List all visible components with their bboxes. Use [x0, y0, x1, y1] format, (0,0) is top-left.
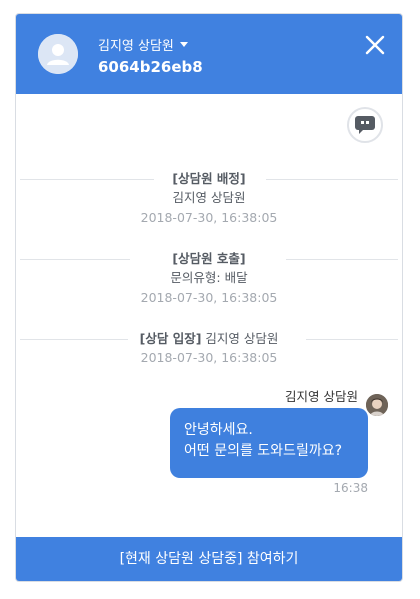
- session-id: 6064b26eb8: [98, 58, 203, 76]
- system-message: [상담원 배정] 김지영 상담원 2018-07-30, 16:38:05: [20, 170, 398, 228]
- message-sender-name: 김지영 상담원: [285, 389, 358, 404]
- system-message: [상담원 호출] 문의유형: 배달 2018-07-30, 16:38:05: [20, 250, 398, 308]
- system-message-time: 2018-07-30, 16:38:05: [140, 350, 278, 365]
- close-icon[interactable]: [364, 34, 386, 56]
- system-message-title-suffix: 김지영 상담원: [201, 331, 279, 346]
- system-message-title: [상담원 호출]: [172, 251, 246, 266]
- message-line: 안녕하세요.: [184, 422, 253, 438]
- message-line: 어떤 문의를 도와드릴까요?: [184, 443, 343, 459]
- join-chat-button[interactable]: [현재 상담원 상담중] 참여하기: [16, 537, 402, 581]
- system-message-time: 2018-07-30, 16:38:05: [140, 290, 278, 305]
- agent-selector[interactable]: 김지영 상담원: [98, 35, 188, 54]
- message-time: 16:38: [333, 481, 368, 495]
- system-message-title: [상담원 배정]: [172, 171, 246, 186]
- system-message-text: 문의유형: 배달: [170, 270, 248, 285]
- system-message-text: 김지영 상담원: [172, 190, 246, 205]
- user-avatar-icon: [38, 34, 78, 74]
- agent-name: 김지영 상담원: [98, 38, 174, 54]
- chat-panel: 김지영 상담원 6064b26eb8 [상담원 배정] 김지영 상담원 2018…: [15, 13, 403, 582]
- chat-header: 김지영 상담원 6064b26eb8: [16, 14, 402, 94]
- system-message-time: 2018-07-30, 16:38:05: [140, 210, 278, 225]
- message-bubble: 안녕하세요. 어떤 문의를 도와드릴까요?: [170, 408, 368, 478]
- system-message-title: [상담 입장]: [139, 331, 202, 346]
- chat-area: [상담원 배정] 김지영 상담원 2018-07-30, 16:38:05 [상…: [20, 94, 398, 535]
- chat-bubble-icon[interactable]: [347, 107, 383, 143]
- caret-down-icon: [179, 41, 188, 47]
- system-message: [상담 입장] 김지영 상담원 2018-07-30, 16:38:05: [20, 330, 398, 368]
- agent-avatar: [366, 394, 388, 416]
